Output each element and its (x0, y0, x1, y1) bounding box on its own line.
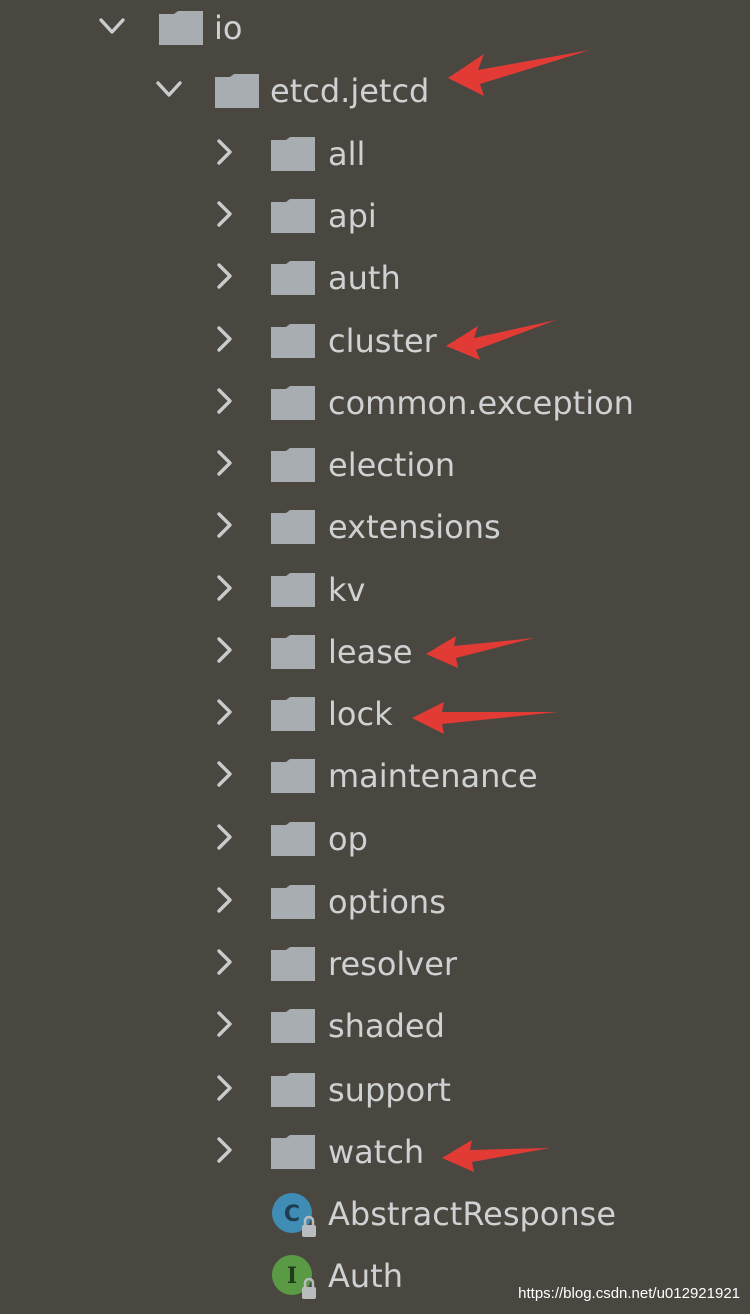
folder-icon (270, 198, 316, 234)
annotation-arrow-icon (448, 50, 590, 96)
class-badge: C (284, 1202, 300, 1227)
chevron-right-icon[interactable] (210, 1010, 238, 1038)
folder-icon (270, 884, 316, 920)
tree-node-label: maintenance (328, 757, 538, 795)
folder-icon (270, 572, 316, 608)
tree-node-folder[interactable]: election (0, 439, 750, 501)
tree-node-folder[interactable]: watch (0, 1126, 750, 1188)
chevron-right-icon[interactable] (210, 1074, 238, 1102)
tree-node-label: auth (328, 259, 401, 297)
tree-node-label: lock (328, 695, 393, 733)
tree-node-folder[interactable]: support (0, 1064, 750, 1126)
chevron-right-icon[interactable] (210, 138, 238, 166)
chevron-down-icon[interactable] (155, 75, 183, 103)
folder-icon (270, 946, 316, 982)
tree-node-label: etcd.jetcd (270, 72, 430, 110)
tree-node-folder[interactable]: lock (0, 688, 750, 750)
tree-node-folder[interactable]: shaded (0, 1000, 750, 1062)
tree-node-label: extensions (328, 508, 501, 546)
chevron-right-icon[interactable] (210, 511, 238, 539)
tree-node-folder[interactable]: options (0, 876, 750, 938)
tree-node-folder[interactable]: common.exception (0, 377, 750, 439)
chevron-right-icon[interactable] (210, 325, 238, 353)
folder-icon (270, 1134, 316, 1170)
tree-node-label: lease (328, 633, 413, 671)
tree-node-folder[interactable]: op (0, 813, 750, 875)
tree-node-folder[interactable]: lease (0, 626, 750, 688)
chevron-right-icon[interactable] (210, 449, 238, 477)
folder-icon (270, 1072, 316, 1108)
folder-icon (270, 696, 316, 732)
chevron-right-icon[interactable] (210, 574, 238, 602)
folder-icon (270, 447, 316, 483)
chevron-right-icon[interactable] (210, 262, 238, 290)
tree-node-label: shaded (328, 1007, 445, 1045)
tree-node-interface[interactable]: I Auth (0, 1250, 750, 1312)
tree-node-folder[interactable]: api (0, 190, 750, 252)
tree-node-folder[interactable]: all (0, 128, 750, 190)
annotation-arrow-icon (426, 636, 534, 668)
tree-node-label: kv (328, 571, 366, 609)
tree-node-label: options (328, 883, 446, 921)
annotation-arrow-icon (442, 1140, 550, 1172)
tree-node-label: all (328, 135, 366, 173)
tree-node-folder[interactable]: maintenance (0, 750, 750, 812)
tree-node-label: AbstractResponse (328, 1195, 617, 1233)
watermark: https://blog.csdn.net/u012921921 (518, 1285, 740, 1302)
folder-icon (270, 1008, 316, 1044)
chevron-right-icon[interactable] (210, 387, 238, 415)
tree-node-class[interactable]: C AbstractResponse (0, 1188, 750, 1250)
folder-icon (270, 758, 316, 794)
tree-node-folder[interactable]: cluster (0, 315, 750, 377)
folder-icon (270, 634, 316, 670)
tree-node-folder[interactable]: auth (0, 252, 750, 314)
tree-node-label: watch (328, 1133, 425, 1171)
tree-node-label: resolver (328, 945, 458, 983)
tree-node-etcd-jetcd[interactable]: etcd.jetcd (0, 65, 750, 127)
folder-icon (270, 136, 316, 172)
tree-node-folder[interactable]: kv (0, 564, 750, 626)
project-tree: io etcd.jetcd all api auth cluster commo… (0, 0, 750, 1314)
tree-node-io[interactable]: io (0, 2, 750, 64)
tree-node-label: cluster (328, 322, 437, 360)
tree-node-label: common.exception (328, 384, 634, 422)
interface-icon: I (270, 1253, 320, 1303)
chevron-right-icon[interactable] (210, 698, 238, 726)
folder-icon (270, 323, 316, 359)
annotation-arrow-icon (446, 320, 556, 360)
tree-node-label: support (328, 1071, 451, 1109)
folder-icon (270, 509, 316, 545)
folder-icon (158, 10, 204, 46)
tree-node-label: election (328, 446, 456, 484)
tree-node-label: op (328, 820, 368, 858)
folder-icon (270, 260, 316, 296)
class-icon: C (270, 1191, 320, 1241)
tree-node-folder[interactable]: extensions (0, 501, 750, 563)
chevron-right-icon[interactable] (210, 948, 238, 976)
annotation-arrow-icon (412, 702, 558, 734)
folder-icon (214, 73, 260, 109)
chevron-right-icon[interactable] (210, 200, 238, 228)
chevron-down-icon[interactable] (98, 12, 126, 40)
tree-node-label: Auth (328, 1257, 403, 1295)
interface-badge: I (287, 1263, 297, 1289)
tree-node-label: api (328, 197, 377, 235)
chevron-right-icon[interactable] (210, 823, 238, 851)
chevron-right-icon[interactable] (210, 1136, 238, 1164)
chevron-right-icon[interactable] (210, 886, 238, 914)
tree-node-folder[interactable]: resolver (0, 938, 750, 1000)
chevron-right-icon[interactable] (210, 760, 238, 788)
folder-icon (270, 385, 316, 421)
tree-node-label: io (214, 9, 243, 47)
folder-icon (270, 821, 316, 857)
chevron-right-icon[interactable] (210, 636, 238, 664)
